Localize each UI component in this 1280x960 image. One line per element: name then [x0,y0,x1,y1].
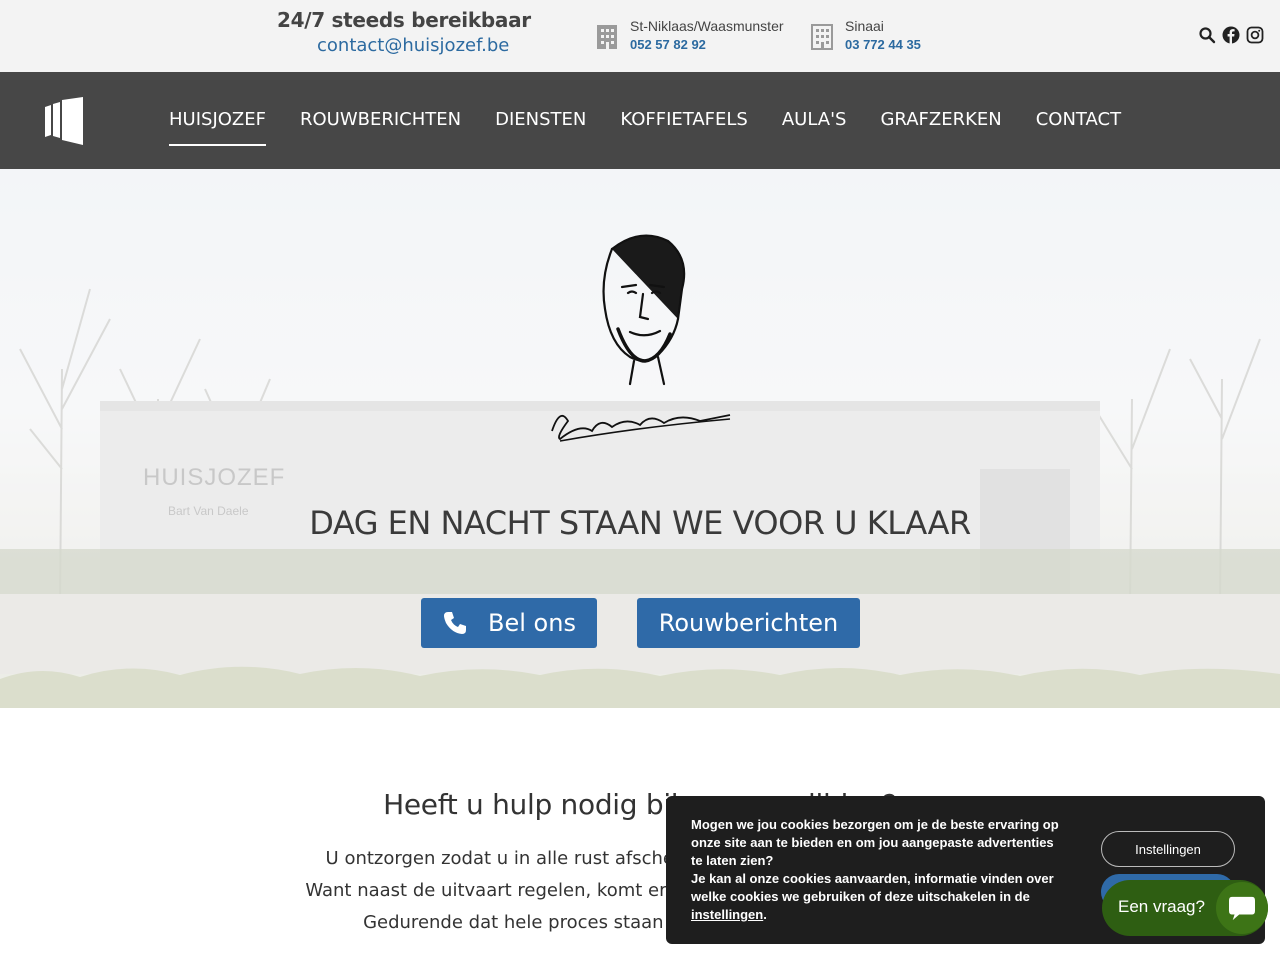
obituaries-button[interactable]: Rouwberichten [637,598,860,648]
building-icon [811,24,833,50]
chat-widget[interactable]: Een vraag? [1102,880,1268,936]
nav-item-huisjozef[interactable]: HUISJOZEF [169,109,266,146]
availability-text: 24/7 steeds bereikbaar [277,8,531,32]
nav-item-diensten[interactable]: DIENSTEN [495,109,586,130]
nav-item-contact[interactable]: CONTACT [1036,109,1121,130]
call-button[interactable]: Bel ons [421,598,597,648]
chat-label: Een vraag? [1118,897,1205,916]
nav-item-grafzerken[interactable]: GRAFZERKEN [880,109,1001,130]
phone-link[interactable]: 03 772 44 35 [845,37,921,52]
chat-bubble-icon[interactable] [1216,882,1268,934]
cookie-settings-button[interactable]: Instellingen [1101,831,1235,867]
hero-section: HUISJOZEF Bart Van Daele DAG EN NACHT ST… [0,169,1280,708]
email-link[interactable]: contact@huisjozef.be [317,35,509,56]
nav-menu: HUISJOZEF ROUWBERICHTEN DIENSTEN KOFFIET… [169,109,1155,146]
location-name: Sinaai [845,18,884,34]
nav-item-koffietafels[interactable]: KOFFIETAFELS [620,109,747,130]
phone-icon [444,612,467,634]
building-icon [597,25,617,49]
phone-link[interactable]: 052 57 82 92 [630,37,706,52]
cookie-settings-link[interactable]: instellingen [691,907,763,922]
top-bar: 24/7 steeds bereikbaar contact@huisjozef… [0,0,1280,72]
hero-title: DAG EN NACHT STAAN WE VOOR U KLAAR [309,504,971,542]
instagram-icon[interactable] [1246,26,1264,44]
cookie-text-1: Mogen we jou cookies bezorgen om je de b… [691,817,1059,868]
cookie-text: Mogen we jou cookies bezorgen om je de b… [691,816,1061,924]
cookie-text-end: . [763,907,767,922]
huisjozef-logo[interactable] [45,97,85,145]
top-icons [1198,26,1264,44]
search-icon[interactable] [1198,26,1216,44]
facebook-icon[interactable] [1222,26,1240,44]
cookie-text-2: Je kan al onze cookies aanvaarden, infor… [691,871,1054,904]
nav-item-rouwberichten[interactable]: ROUWBERICHTEN [300,109,461,130]
call-button-label: Bel ons [488,609,576,637]
location-name: St-Niklaas/Waasmunster [630,18,784,34]
nav-item-aulas[interactable]: AULA'S [782,109,847,130]
main-nav: HUISJOZEF ROUWBERICHTEN DIENSTEN KOFFIET… [0,72,1280,169]
